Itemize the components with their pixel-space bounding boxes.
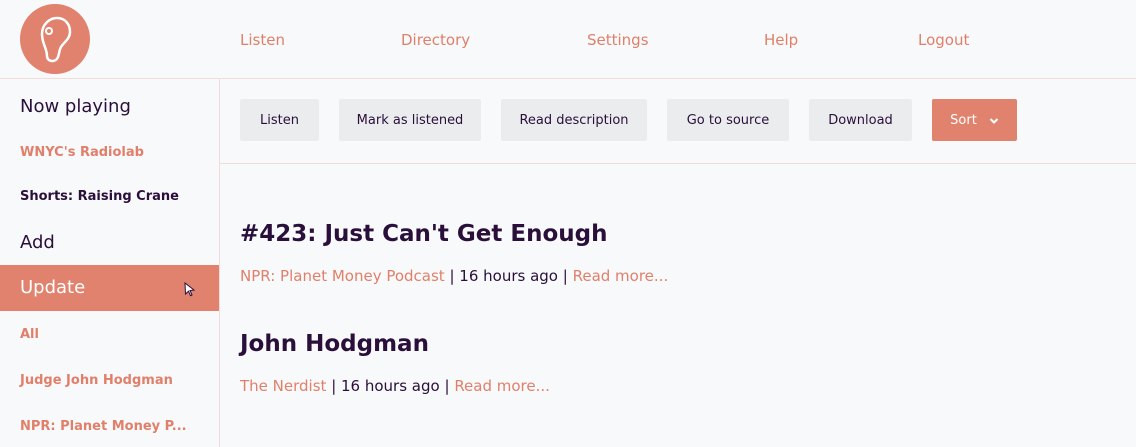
hand-cursor-icon	[182, 281, 198, 297]
mark-listened-button[interactable]: Mark as listened	[339, 99, 481, 141]
sidebar-update-item[interactable]: Update	[0, 265, 219, 311]
sort-label: Sort	[950, 112, 977, 128]
feed-item-planet-money[interactable]: NPR: Planet Money P...	[20, 419, 187, 434]
nav-directory-link[interactable]: Directory	[401, 31, 470, 49]
feed-item-all[interactable]: All	[20, 327, 39, 342]
episode-meta: The Nerdist | 16 hours ago | Read more..…	[240, 377, 550, 395]
now-playing-podcast-link[interactable]: WNYC's Radiolab	[20, 145, 144, 160]
read-description-button[interactable]: Read description	[501, 99, 647, 141]
sidebar-add-item[interactable]: Add	[20, 232, 55, 253]
sort-dropdown-button[interactable]: Sort	[932, 99, 1017, 141]
now-playing-episode-link[interactable]: Shorts: Raising Crane	[20, 189, 179, 204]
separator: |	[444, 377, 455, 395]
episode-meta: NPR: Planet Money Podcast | 16 hours ago…	[240, 267, 668, 285]
go-to-source-button[interactable]: Go to source	[667, 99, 789, 141]
nav-listen-link[interactable]: Listen	[240, 31, 285, 49]
read-more-link[interactable]: Read more...	[454, 377, 550, 395]
nav-help-link[interactable]: Help	[764, 31, 798, 49]
download-button[interactable]: Download	[809, 99, 912, 141]
separator: |	[331, 377, 342, 395]
episode-source-link[interactable]: The Nerdist	[240, 377, 326, 395]
episode-time: 16 hours ago	[459, 267, 558, 285]
sidebar-update-label: Update	[20, 277, 86, 298]
feed-item-judge-john-hodgman[interactable]: Judge John Hodgman	[20, 373, 173, 388]
nav-logout-link[interactable]: Logout	[918, 31, 969, 49]
chevron-down-icon	[989, 115, 999, 125]
nav-settings-link[interactable]: Settings	[587, 31, 649, 49]
episode-toolbar: Listen Mark as listened Read description…	[220, 79, 1136, 164]
separator: |	[449, 267, 460, 285]
listen-button[interactable]: Listen	[240, 99, 319, 141]
separator: |	[562, 267, 573, 285]
episode-title[interactable]: #423: Just Can't Get Enough	[240, 221, 608, 247]
sidebar-now-playing-heading[interactable]: Now playing	[20, 96, 131, 117]
episode-title[interactable]: John Hodgman	[240, 331, 429, 357]
sidebar: Now playing WNYC's Radiolab Shorts: Rais…	[0, 79, 220, 447]
read-more-link[interactable]: Read more...	[573, 267, 669, 285]
episode-source-link[interactable]: NPR: Planet Money Podcast	[240, 267, 445, 285]
ear-logo-icon[interactable]	[20, 4, 90, 74]
episode-time: 16 hours ago	[341, 377, 440, 395]
top-header: Listen Directory Settings Help Logout	[0, 0, 1136, 79]
